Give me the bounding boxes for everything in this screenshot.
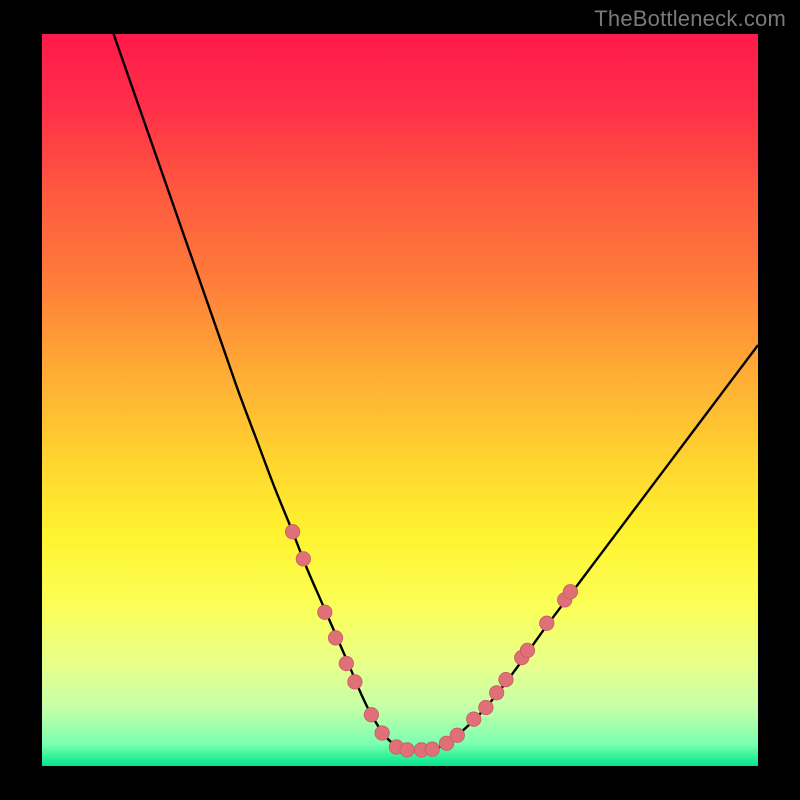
marker-dot — [499, 672, 513, 686]
marker-dot — [339, 656, 353, 670]
marker-dot — [328, 631, 342, 645]
marker-dot — [400, 743, 414, 757]
marker-dot — [348, 675, 362, 689]
marker-dot — [364, 708, 378, 722]
plot-area — [42, 34, 758, 766]
chart-stage: TheBottleneck.com — [0, 0, 800, 800]
marker-dot — [450, 728, 464, 742]
bottleneck-plot-svg — [42, 34, 758, 766]
gradient-fill-rect — [42, 34, 758, 766]
marker-dot — [520, 643, 534, 657]
marker-dot — [375, 726, 389, 740]
marker-dot — [540, 616, 554, 630]
marker-dot — [563, 585, 577, 599]
marker-dot — [467, 712, 481, 726]
marker-dot — [296, 552, 310, 566]
marker-dot — [425, 742, 439, 756]
watermark-text: TheBottleneck.com — [594, 6, 786, 32]
marker-dot — [489, 686, 503, 700]
marker-dot — [285, 525, 299, 539]
marker-dot — [479, 700, 493, 714]
marker-dot — [318, 605, 332, 619]
